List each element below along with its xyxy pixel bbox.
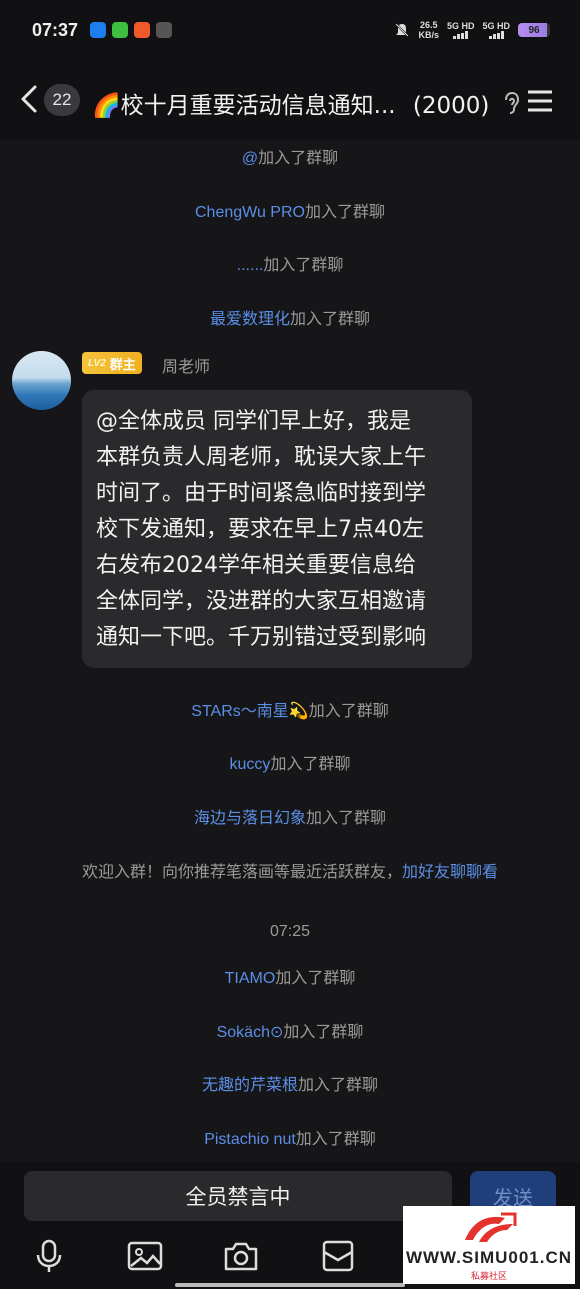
- system-join-message: Pistachio nut加入了群聊: [0, 1125, 580, 1149]
- member-name-link[interactable]: 无趣的芹菜根: [202, 1077, 298, 1094]
- muted-input-field: 全员禁言中: [24, 1171, 452, 1221]
- member-name-link[interactable]: STARs～南星💫: [191, 703, 308, 720]
- clock: 07:37: [32, 20, 79, 40]
- sim2-label: 5G HD: [482, 21, 510, 31]
- mute-bell-icon: [395, 23, 410, 37]
- mailbox-icon[interactable]: [320, 1238, 356, 1274]
- join-text: 加入了群聊: [308, 703, 389, 720]
- network-speed: 26.5 KB/s: [418, 20, 439, 40]
- image-icon[interactable]: [127, 1238, 163, 1274]
- camera-icon[interactable]: [223, 1238, 259, 1274]
- system-join-message: TIAMO加入了群聊: [0, 964, 580, 988]
- message-timestamp: 07:25: [269, 923, 311, 940]
- group-name: 🌈校十月重要活动信息通知...: [92, 93, 396, 119]
- join-text: 加入了群聊: [275, 970, 356, 987]
- speed-unit: KB/s: [418, 30, 439, 40]
- member-name-link[interactable]: ChengWu PRO: [195, 204, 305, 221]
- join-text: 加入了群聊: [290, 311, 371, 328]
- app-icon: [156, 22, 172, 38]
- signal-sim2: 5G HD: [482, 21, 510, 39]
- status-bar: 07:37 26.5 KB/s 5G HD 5G HD 96: [0, 0, 580, 62]
- owner-level-badge: LV2 群主: [82, 352, 142, 374]
- system-join-message: 最爱数理化加入了群聊: [0, 305, 580, 329]
- system-join-message: 海边与落日幻象加入了群聊: [0, 804, 580, 828]
- group-title[interactable]: 🌈校十月重要活动信息通知... (2000): [92, 86, 489, 120]
- notification-icons: [90, 22, 172, 38]
- battery-indicator: 96: [518, 23, 550, 37]
- speed-value: 26.5: [419, 20, 438, 30]
- message-bubble[interactable]: @全体成员 同学们早上好，我是 本群负责人周老师，耽误大家上午 时间了。由于时间…: [82, 390, 472, 668]
- member-count: (2000): [412, 93, 490, 119]
- member-name-link[interactable]: kuccy: [230, 756, 271, 773]
- member-name-link[interactable]: TIAMO: [225, 970, 276, 987]
- ear-icon[interactable]: [500, 90, 522, 116]
- system-join-message: ChengWu PRO加入了群聊: [0, 198, 580, 222]
- unread-count-badge[interactable]: 22: [44, 84, 80, 116]
- join-text: 加入了群聊: [283, 1024, 364, 1041]
- menu-icon[interactable]: [526, 88, 554, 114]
- home-indicator: [175, 1283, 405, 1287]
- welcome-message: 欢迎入群！向你推荐笔落画等最近活跃群友，加好友聊聊看: [0, 858, 580, 882]
- watermark-text: WWW.SIMU001.CN: [405, 1248, 573, 1267]
- watermark-logo-icon: [465, 1212, 517, 1242]
- system-join-message: @加入了群聊: [0, 144, 580, 168]
- chat-header: 22 🌈校十月重要活动信息通知... (2000): [0, 62, 580, 140]
- system-join-message: Sokäch⊙加入了群聊: [0, 1018, 580, 1042]
- watermark: WWW.SIMU001.CN 私募社区: [403, 1206, 575, 1284]
- role-label: 群主: [109, 356, 136, 372]
- system-join-message: 无趣的芹菜根加入了群聊: [0, 1071, 580, 1095]
- member-name-link[interactable]: 最爱数理化: [210, 311, 290, 328]
- member-name-link[interactable]: ......: [237, 257, 264, 274]
- join-text: 加入了群聊: [295, 1131, 376, 1148]
- sim1-label: 5G HD: [446, 21, 475, 31]
- microphone-icon[interactable]: [31, 1238, 67, 1274]
- watermark-subtext: 私募社区: [470, 1272, 507, 1282]
- join-text: 加入了群聊: [258, 150, 339, 167]
- member-name-link[interactable]: 海边与落日幻象: [194, 810, 306, 827]
- join-text: 加入了群聊: [270, 756, 351, 773]
- system-join-message: STARs～南星💫加入了群聊: [0, 697, 580, 721]
- sender-avatar[interactable]: [12, 351, 71, 410]
- app-icon: [112, 22, 128, 38]
- signal-bars-icon: [488, 31, 504, 39]
- level-label: LV2: [88, 357, 106, 369]
- signal-bars-icon: [453, 31, 469, 39]
- signal-sim1: 5G HD: [446, 21, 475, 39]
- join-text: 加入了群聊: [298, 1077, 379, 1094]
- back-arrow-icon[interactable]: [18, 84, 40, 114]
- status-right: 26.5 KB/s 5G HD 5G HD 96: [394, 20, 550, 40]
- system-join-message: ......加入了群聊: [0, 251, 580, 275]
- member-name-link[interactable]: Pistachio nut: [204, 1131, 296, 1148]
- app-icon: [134, 22, 150, 38]
- browser-icon: [90, 22, 106, 38]
- welcome-text: 欢迎入群！向你推荐笔落画等最近活跃群友，: [81, 864, 402, 881]
- join-text: 加入了群聊: [304, 204, 385, 221]
- join-text: 加入了群聊: [306, 810, 387, 827]
- member-name-link[interactable]: @: [242, 150, 258, 167]
- join-text: 加入了群聊: [263, 257, 344, 274]
- sender-name[interactable]: 周老师: [162, 353, 210, 377]
- system-join-message: kuccy加入了群聊: [0, 750, 580, 774]
- add-friend-link[interactable]: 加好友聊聊看: [402, 864, 498, 881]
- member-name-link[interactable]: Sokäch⊙: [217, 1024, 284, 1041]
- chat-messages[interactable]: @加入了群聊 ChengWu PRO加入了群聊 ......加入了群聊 最爱数理…: [0, 140, 580, 1162]
